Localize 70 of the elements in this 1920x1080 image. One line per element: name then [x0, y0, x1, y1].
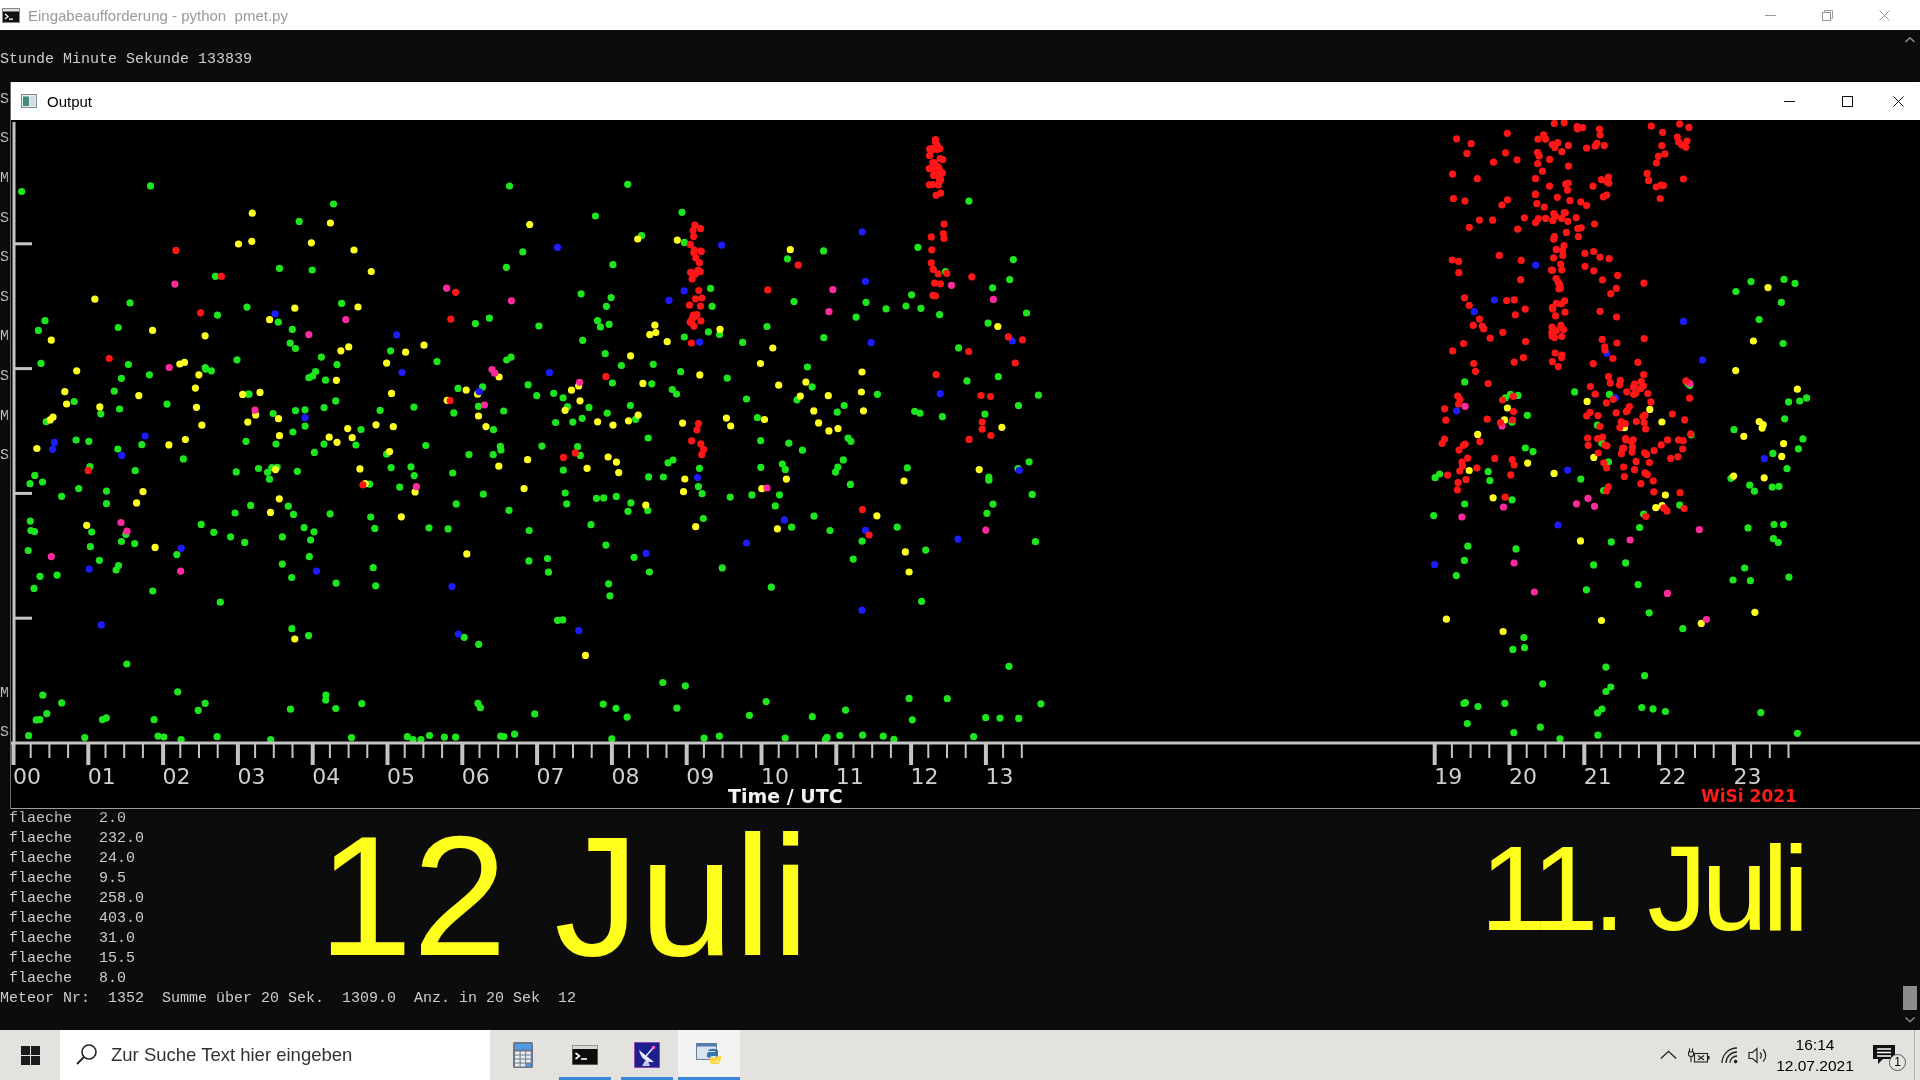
console-line: S — [0, 446, 9, 466]
console-line: flaeche 258.0 — [9, 889, 145, 909]
console-line: flaeche 31.0 — [9, 929, 136, 949]
console-line: S — [0, 208, 9, 229]
console-line: S — [0, 89, 9, 110]
hour-label: 05 — [387, 764, 415, 789]
console-line: M — [0, 169, 9, 189]
hour-label: 02 — [162, 764, 191, 789]
hour-label: 13 — [985, 764, 1014, 789]
console-line: flaeche 403.0 — [9, 909, 145, 929]
window-title: Output — [47, 92, 93, 110]
search-field[interactable]: Zur Suche Text hier eingeben — [60, 1030, 490, 1080]
console-line: flaeche 9.5 — [9, 869, 127, 889]
handwritten-note: 12 Juli — [318, 811, 810, 981]
caret-up-icon — [1905, 37, 1915, 43]
hour-label: 04 — [312, 764, 341, 789]
clock-button[interactable]: 16:14 12.07.2021 — [1772, 1030, 1858, 1080]
hour-label: 03 — [237, 764, 266, 789]
console-line: flaeche 24.0 — [9, 849, 136, 869]
hour-label: 06 — [461, 764, 490, 789]
console-line: Meteor Nr: 1352 Summe über 20 Sek. 1309.0 Anz. in 20 Sek 12 — [0, 989, 577, 1009]
console-line: flaeche 232.0 — [9, 829, 145, 849]
hour-label: 12 — [910, 764, 939, 789]
hour-label: 00 — [13, 764, 41, 789]
plug-battery-icon — [1687, 1047, 1710, 1063]
scrollbar-thumb[interactable] — [1903, 986, 1917, 1010]
hour-label: 19 — [1434, 764, 1463, 789]
hour-label: 20 — [1509, 764, 1537, 789]
window-title: Eingabeaufforderung - python pmet.py — [28, 6, 288, 24]
console-line: flaeche 8.0 — [9, 969, 127, 989]
hour-label: 08 — [611, 764, 640, 789]
satellite-dish-icon — [634, 1042, 660, 1068]
hour-label: 01 — [87, 764, 116, 789]
message-icon — [1873, 1045, 1895, 1065]
caret-up-icon — [1659, 1050, 1677, 1060]
console-line: flaeche 2.0 — [9, 809, 127, 829]
caret-down-icon — [1905, 1017, 1915, 1023]
handwritten-note: 11. Juli — [1480, 828, 1804, 948]
speaker-icon — [1748, 1046, 1768, 1064]
notification-button[interactable]: 1 — [1858, 1030, 1910, 1080]
hour-label: 21 — [1583, 764, 1612, 789]
search-icon — [76, 1044, 97, 1065]
windows-logo-icon — [20, 1045, 40, 1065]
minimize-icon — [1765, 14, 1776, 16]
window-app-icon — [21, 94, 37, 108]
terminal-icon — [572, 1045, 598, 1065]
close-icon — [1892, 95, 1904, 107]
program-icon — [696, 1043, 722, 1067]
console-line: flaeche 15.5 — [9, 949, 136, 969]
console-line: S — [0, 366, 9, 387]
restore-icon — [1822, 9, 1833, 21]
console-line: S — [0, 129, 9, 150]
console-line: M — [0, 327, 9, 348]
notification-badge: 1 — [1889, 1054, 1906, 1071]
console-line: M — [0, 683, 9, 704]
calculator-icon — [513, 1042, 533, 1068]
hour-label: 23 — [1733, 764, 1762, 789]
wifi-icon — [1720, 1046, 1738, 1064]
hour-label: 09 — [686, 764, 715, 789]
hour-label: 22 — [1658, 764, 1687, 789]
minimize-icon — [1783, 100, 1795, 102]
console-line: S — [0, 723, 9, 744]
credit-text: WiSi 2021 — [1701, 786, 1797, 806]
maximize-icon — [1841, 95, 1853, 107]
hour-label: 07 — [536, 764, 565, 789]
close-icon — [1879, 9, 1890, 21]
console-line: M — [0, 406, 9, 427]
console-line: S — [0, 248, 9, 268]
console-line: S — [0, 287, 9, 308]
console-line: Stunde Minute Sekunde 133839 — [0, 50, 253, 70]
